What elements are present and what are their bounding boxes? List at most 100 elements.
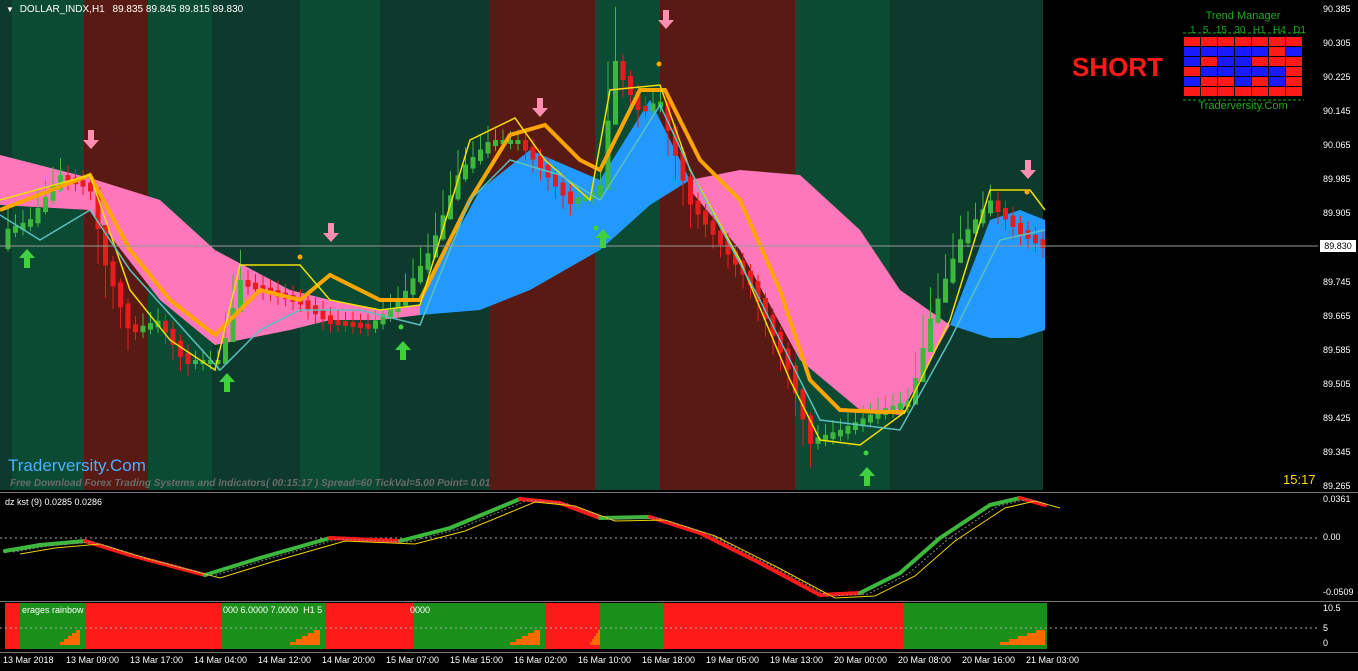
kst-canvas[interactable] (0, 493, 1358, 602)
rainbow-indicator-pane[interactable]: erages rainbow 000 6.0000 7.0000 H1 5 00… (0, 601, 1358, 653)
rainbow-fade (308, 633, 320, 636)
price-tick: 89.425 (1323, 413, 1351, 423)
candle-body (950, 258, 956, 283)
rainbow-fade (1036, 630, 1045, 633)
candle-body (703, 210, 708, 225)
candle-body (988, 200, 993, 214)
price-tick: 89.905 (1323, 208, 1351, 218)
signal-dot (656, 61, 662, 67)
time-tick: 13 Mar 17:00 (130, 655, 184, 665)
price-tick: 90.305 (1323, 38, 1351, 48)
rainbow-fade (592, 639, 600, 642)
price-tick: 89.985 (1323, 174, 1351, 184)
symbol-header: ▼ DOLLAR_INDX,H1 89.835 89.845 89.815 89… (6, 4, 243, 15)
session-band (300, 0, 380, 490)
rainbow-fade (72, 633, 80, 636)
candle-body (125, 303, 131, 329)
rainbow-fade (528, 633, 540, 636)
signal-dot (398, 324, 404, 330)
bar-timer: 15:17 (1283, 472, 1316, 487)
candle-body (1010, 215, 1016, 227)
candle-body (148, 323, 153, 330)
candle-body (598, 185, 603, 197)
kst-line-segment (758, 561, 822, 597)
time-tick: 15 Mar 15:00 (450, 655, 504, 665)
candle-body (523, 140, 528, 151)
price-tick: 89.585 (1323, 345, 1351, 355)
rainbow-title: erages rainbow (22, 605, 84, 615)
rainbow-canvas[interactable] (0, 602, 1358, 653)
candle-body (935, 298, 941, 323)
kst-tick: 0.0361 (1323, 494, 1351, 504)
rainbow-block (325, 603, 413, 649)
candle-body (628, 76, 633, 95)
candle-body (28, 219, 33, 227)
rainbow-fade (1009, 639, 1045, 642)
candle-body (133, 324, 138, 333)
rainbow-fade (596, 633, 600, 636)
rainbow-fade (68, 636, 80, 639)
candle-body (373, 320, 378, 329)
kst-tick: -0.0509 (1323, 587, 1354, 597)
kst-line-segment (938, 503, 992, 540)
current-price-label: 89.830 (1320, 240, 1356, 252)
candle-body (13, 225, 18, 233)
rainbow-values-2: 0000 (410, 605, 431, 615)
candle-body (470, 157, 476, 169)
rainbow-fade (598, 630, 600, 633)
price-chart-pane[interactable]: ▼ DOLLAR_INDX,H1 89.835 89.845 89.815 89… (0, 0, 1358, 492)
time-tick: 20 Mar 08:00 (898, 655, 952, 665)
rainbow-fade (1018, 636, 1045, 639)
timeframe-label: D1 (1293, 25, 1306, 36)
timeframe-label: H4 (1272, 25, 1286, 36)
candle-body (350, 321, 356, 327)
kst-indicator-pane[interactable]: dz kst (9) 0.0285 0.0286 0.0361 0.00 -0.… (0, 492, 1358, 602)
time-tick: 14 Mar 12:00 (258, 655, 312, 665)
candle-body (1018, 223, 1023, 235)
rainbow-fade (64, 639, 80, 642)
rainbow-block (85, 603, 222, 649)
candle-body (718, 230, 723, 245)
rainbow-tick: 5 (1323, 623, 1329, 633)
candle-body (425, 253, 431, 270)
candle-body (358, 322, 363, 328)
symbol-name: DOLLAR_INDX,H1 (19, 4, 105, 15)
candle-body (80, 180, 86, 187)
candle-body (710, 220, 716, 235)
collapse-triangle-icon[interactable]: ▼ (6, 5, 14, 14)
rainbow-block (600, 603, 663, 649)
candle-body (568, 191, 573, 204)
candle-body (1033, 234, 1038, 244)
candle-body (185, 352, 191, 364)
kst-line-segment (858, 571, 902, 595)
candle-body (35, 208, 41, 224)
price-tick: 89.665 (1323, 311, 1351, 321)
time-tick: 13 Mar 09:00 (66, 655, 120, 665)
candle-body (410, 278, 416, 295)
time-tick: 14 Mar 20:00 (322, 655, 376, 665)
time-axis: 13 Mar 2018 13 Mar 09:00 13 Mar 17:00 14… (0, 652, 1358, 671)
rainbow-block (663, 603, 903, 649)
rainbow-values: 000 6.0000 7.0000 H1 5 (223, 605, 323, 615)
price-tick: 89.265 (1323, 481, 1351, 491)
kst-line-segment (898, 536, 942, 575)
rainbow-fade (510, 642, 540, 645)
timeframe-label: 30 (1234, 25, 1246, 36)
candle-body (650, 103, 656, 112)
time-tick: 20 Mar 16:00 (962, 655, 1016, 665)
price-tick: 89.345 (1323, 447, 1351, 457)
signal-label: SHORT (1072, 52, 1163, 82)
candle-body (43, 196, 48, 212)
signal-dot (297, 254, 303, 260)
candle-body (305, 300, 311, 310)
candle-body (643, 106, 648, 112)
time-tick: 16 Mar 02:00 (514, 655, 568, 665)
trend-manager-title: Trend Manager (1205, 10, 1281, 22)
candle-body (485, 142, 491, 154)
rainbow-fade (522, 636, 540, 639)
candle-body (493, 140, 498, 146)
candle-body (478, 149, 483, 161)
kst-title: dz kst (9) 0.0285 0.0286 (5, 497, 103, 507)
time-tick: 20 Mar 00:00 (834, 655, 888, 665)
candle-body (695, 200, 701, 215)
